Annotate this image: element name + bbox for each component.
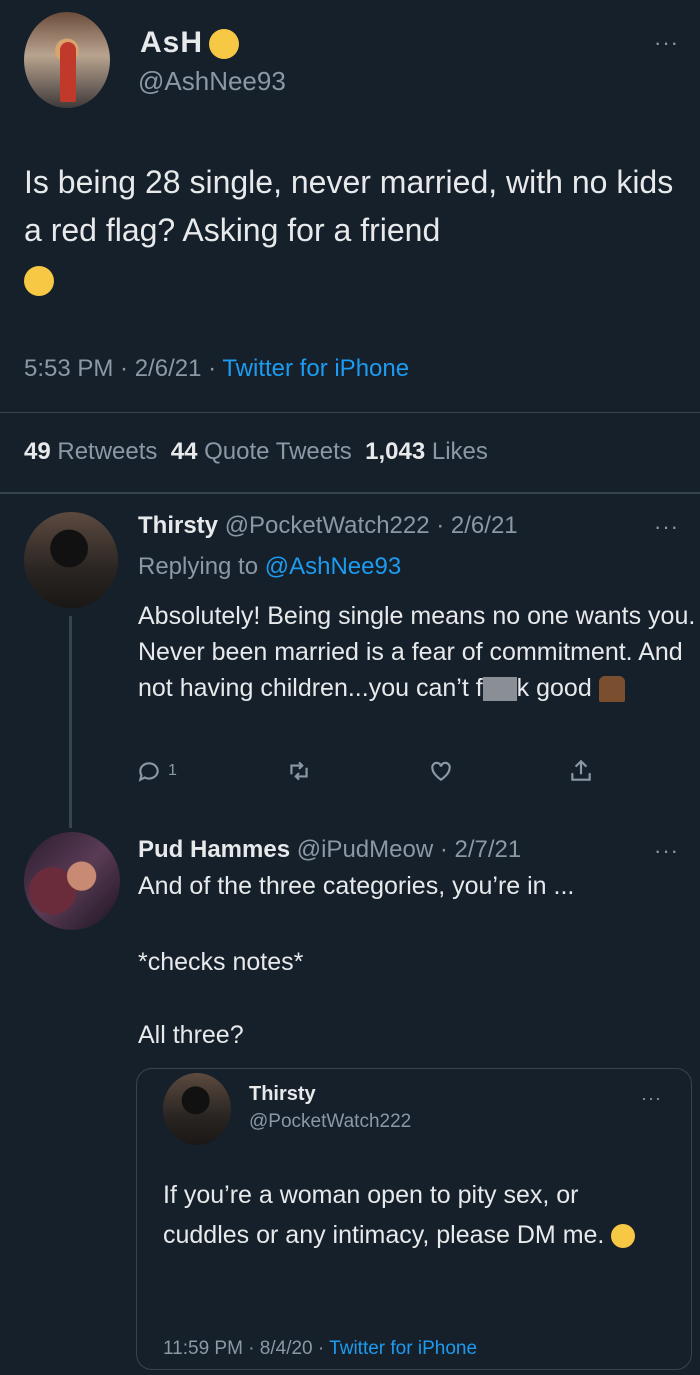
thread-line (69, 616, 72, 828)
quote-tweets-count: 44 (170, 438, 198, 465)
quote-tweets-stat[interactable]: 44 Quote Tweets (171, 438, 352, 465)
quoted-author-name: Thirsty (249, 1083, 316, 1105)
disappointed-face-emoji-icon (611, 1224, 636, 1249)
reply-text: Absolutely! Being single means no one wa… (138, 598, 698, 706)
share-icon (571, 759, 591, 781)
shrug-emoji-icon (598, 676, 625, 703)
tweet-text-content: Is being 28 single, never married, with … (24, 164, 674, 248)
quoted-avatar (163, 1073, 231, 1145)
author-name[interactable]: AsH (140, 26, 240, 60)
reply-author-name[interactable]: Thirsty (138, 512, 218, 539)
like-button[interactable] (428, 758, 454, 784)
reply-count: 1 (168, 762, 177, 779)
author-name-text: AsH (140, 26, 204, 59)
retweets-stat[interactable]: 49 Retweets (24, 438, 157, 465)
quoted-author-handle: @PocketWatch222 (249, 1111, 412, 1132)
reply-action-bar: 1 (136, 758, 616, 788)
reply-text-line: And of the three categories, you’re in .… (138, 872, 575, 900)
zany-face-emoji-icon (209, 29, 240, 60)
retweet-icon (290, 761, 308, 781)
reply-author-name[interactable]: Pud Hammes (138, 836, 290, 863)
reply-avatar[interactable] (24, 832, 120, 930)
quoted-tweet-card[interactable]: Thirsty @PocketWatch222 ··· If you’re a … (136, 1068, 692, 1370)
heart-icon (431, 761, 451, 781)
reply-handle-date[interactable]: @iPudMeow · 2/7/21 (297, 836, 521, 863)
author-handle[interactable]: @AshNee93 (138, 66, 286, 97)
likes-count: 1,043 (365, 438, 426, 465)
reply-avatar[interactable] (24, 512, 118, 608)
divider (0, 412, 700, 413)
tweet-timestamp[interactable]: 5:53 PM · 2/6/21 · (24, 355, 222, 382)
share-button[interactable] (568, 758, 594, 784)
quoted-tweet-text: If you’re a woman open to pity sex, or c… (163, 1175, 663, 1255)
retweets-label: Retweets (57, 438, 158, 465)
engagement-stats: 49 Retweets 44 Quote Tweets 1,043 Likes (24, 438, 488, 466)
tweet-text: Is being 28 single, never married, with … (24, 158, 684, 302)
quoted-source-link[interactable]: Twitter for iPhone (329, 1338, 477, 1359)
reply-header: Pud Hammes @iPudMeow · 2/7/21 (138, 836, 521, 864)
reply-header: Thirsty @PocketWatch222 · 2/6/21 (138, 512, 518, 540)
replying-to: Replying to @AshNee93 (138, 553, 401, 581)
tweet-source-link[interactable]: Twitter for iPhone (222, 355, 409, 382)
censor-block (482, 677, 517, 702)
quoted-tweet-text-content: If you’re a woman open to pity sex, or c… (163, 1181, 605, 1249)
retweet-button[interactable] (286, 758, 312, 784)
quoted-timestamp: 11:59 PM · 8/4/20 · (163, 1338, 330, 1359)
more-options-icon[interactable]: ··· (654, 32, 679, 54)
replying-to-label: Replying to (138, 553, 265, 580)
tweet-meta: 5:53 PM · 2/6/21 · Twitter for iPhone (24, 355, 409, 383)
reply-text-tail: k good (516, 674, 592, 702)
laughing-tears-emoji-icon (24, 265, 54, 296)
likes-stat[interactable]: 1,043 Likes (365, 438, 488, 465)
reply-handle-date[interactable]: @PocketWatch222 · 2/6/21 (225, 512, 518, 539)
quoted-tweet-meta: 11:59 PM · 8/4/20 · Twitter for iPhone (163, 1338, 477, 1360)
more-options-icon[interactable]: ··· (641, 1089, 662, 1107)
author-avatar[interactable] (24, 12, 110, 108)
reply-button[interactable]: 1 (136, 758, 177, 784)
more-options-icon[interactable]: ··· (654, 516, 679, 538)
replying-to-handle-link[interactable]: @AshNee93 (265, 553, 401, 580)
likes-label: Likes (431, 438, 488, 465)
reply-text-line: *checks notes* (138, 948, 304, 976)
reply-icon (138, 762, 159, 782)
divider (0, 492, 700, 494)
reply-text-line: All three? (138, 1021, 244, 1049)
retweets-count: 49 (24, 438, 51, 465)
more-options-icon[interactable]: ··· (654, 840, 679, 862)
quote-tweets-label: Quote Tweets (204, 438, 352, 465)
